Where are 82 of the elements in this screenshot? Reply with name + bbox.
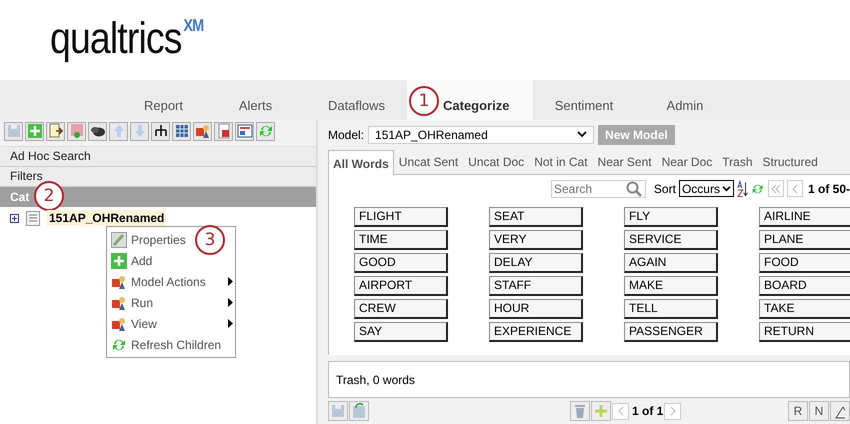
tool-button[interactable]: R	[788, 401, 808, 422]
word-button[interactable]: AIRLINE	[759, 206, 850, 227]
tool-button[interactable]: N	[809, 401, 829, 422]
panel-header[interactable]: Filters	[0, 167, 316, 187]
word-button[interactable]: RETURN	[759, 322, 850, 342]
figure-icon	[111, 316, 127, 332]
trash-summary: Trash, 0 words	[336, 372, 415, 386]
expand-icon[interactable]	[10, 214, 19, 222]
word-button[interactable]: SEAT	[489, 206, 583, 227]
caret-icon	[722, 186, 731, 192]
callout-number: 3	[195, 225, 225, 255]
nav-tab[interactable]: Dataflows	[306, 80, 407, 120]
save-icon[interactable]	[4, 122, 23, 140]
logo: qualtrics$^{XM}$	[50, 14, 204, 64]
page-indicator: 1 of 50-	[808, 182, 850, 196]
chevron-right-icon	[668, 406, 678, 416]
caret-icon	[577, 131, 588, 138]
word-button[interactable]: BOARD	[759, 276, 850, 296]
word-button[interactable]: PLANE	[759, 230, 850, 250]
search-icon[interactable]	[626, 180, 642, 197]
callout-number: 1	[409, 86, 439, 116]
word-button[interactable]: SERVICE	[624, 230, 718, 250]
speech-bubble-icon[interactable]	[88, 122, 107, 140]
layout-icon[interactable]	[235, 122, 254, 140]
word-button[interactable]: CREW	[354, 298, 448, 319]
word-button[interactable]: TIME	[354, 230, 448, 250]
plus-icon	[111, 252, 127, 268]
word-button[interactable]: FOOD	[759, 252, 850, 273]
nav-tab[interactable]: Sentiment	[533, 80, 634, 120]
word-button[interactable]: FLIGHT	[354, 206, 448, 227]
figure-icon[interactable]	[193, 122, 212, 140]
grid-icon[interactable]	[172, 122, 191, 140]
word-button[interactable]: FLY	[624, 206, 718, 227]
word-button[interactable]: DELAY	[489, 252, 583, 273]
word-button[interactable]: EXPERIENCE	[489, 322, 583, 342]
word-button[interactable]: STAFF	[489, 276, 583, 296]
list-icon	[26, 210, 40, 226]
word-button[interactable]: PASSENGER	[624, 322, 718, 342]
word-button[interactable]: TAKE	[759, 298, 850, 319]
page-indicator: 1 of 1	[632, 404, 664, 418]
panel-header[interactable]: Ad Hoc Search	[0, 147, 316, 167]
word-button[interactable]: GOOD	[354, 252, 448, 273]
nav-tab[interactable]: Admin	[634, 80, 736, 120]
pencil-icon	[111, 232, 127, 248]
chevron-left-icon	[616, 406, 626, 416]
menu-item[interactable]: Run	[107, 292, 235, 313]
tree-item[interactable]: 151AP_OHRenamed	[47, 210, 166, 226]
hierarchy-icon[interactable]	[151, 122, 170, 140]
tab[interactable]: All Words	[328, 150, 394, 176]
nav-tab[interactable]: Alerts	[205, 80, 306, 120]
next-page-button[interactable]	[664, 402, 682, 420]
menu-item[interactable]: Properties	[107, 229, 190, 250]
model-label: Model:	[328, 128, 364, 142]
plus-icon[interactable]	[591, 401, 611, 422]
word-button[interactable]: VERY	[489, 230, 583, 250]
save-as-icon[interactable]	[349, 401, 369, 422]
double-chevron-left-icon	[770, 184, 781, 194]
previous-page-button[interactable]	[786, 180, 803, 198]
menu-item[interactable]: Refresh Children	[107, 334, 226, 355]
figure-icon	[111, 274, 127, 290]
word-button[interactable]: AIRPORT	[354, 276, 448, 296]
menu-item[interactable]: Model Actions	[107, 271, 235, 292]
search-field[interactable]: Search	[551, 180, 646, 198]
menu-item[interactable]: Add	[107, 250, 156, 271]
word-button[interactable]: TELL	[624, 298, 718, 319]
figure-icon	[111, 294, 127, 310]
menu-item[interactable]: View	[107, 313, 235, 334]
trash-icon[interactable]	[570, 401, 590, 422]
nav-tab[interactable]: Report	[0, 80, 205, 120]
sort-az-icon[interactable]	[736, 180, 748, 198]
word-button[interactable]: SAY	[354, 322, 448, 342]
model-dropdown[interactable]: 151AP_OHRenamed	[368, 126, 594, 144]
word-button[interactable]: HOUR	[489, 298, 583, 319]
word-button[interactable]: MAKE	[624, 276, 718, 296]
chevron-left-icon	[790, 184, 800, 194]
sort-label: Sort	[654, 182, 676, 196]
sort-dropdown[interactable]: Occurs	[678, 180, 734, 198]
previous-page-button[interactable]	[612, 402, 629, 420]
word-button[interactable]: AGAIN	[624, 252, 718, 273]
first-page-button[interactable]	[768, 180, 784, 198]
save-icon[interactable]	[328, 401, 348, 422]
nav-tab[interactable]: Categorize	[441, 80, 534, 120]
